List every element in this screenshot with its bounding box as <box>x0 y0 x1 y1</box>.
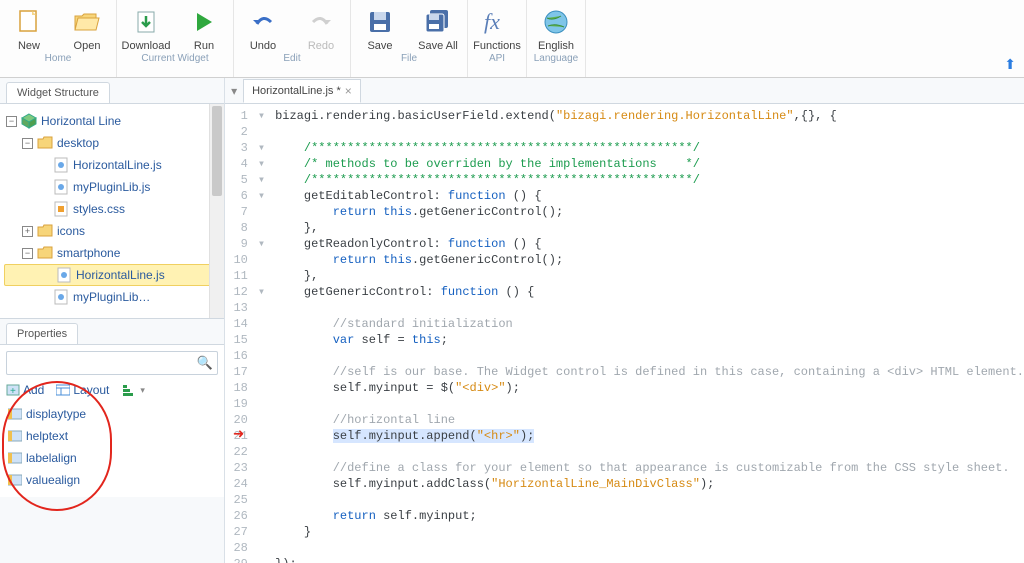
tree-item[interactable]: styles.css <box>4 198 220 220</box>
sort-button[interactable]: ▾ <box>121 383 145 397</box>
saveall-icon <box>423 6 453 38</box>
editor-tab[interactable]: HorizontalLine.js * × <box>243 79 361 103</box>
ribbon-group-file: Save Save All File <box>351 0 468 77</box>
ribbon-group-label: Current Widget <box>141 52 208 66</box>
ribbon-group-label: API <box>489 52 505 66</box>
property-icon <box>8 474 22 486</box>
ribbon-group-label: File <box>401 52 417 66</box>
editor-tab-label: HorizontalLine.js * <box>252 85 341 97</box>
js-icon <box>56 267 72 283</box>
ribbon-group-current-widget: Download Run Current Widget <box>117 0 234 77</box>
new-file-icon <box>16 6 42 38</box>
js-icon <box>53 179 69 195</box>
new-button[interactable]: New <box>0 2 58 52</box>
ribbon-group-label: Language <box>534 52 579 66</box>
tree-item[interactable]: myPluginLib… <box>4 286 220 308</box>
ribbon-group-home: New Open Home <box>0 0 117 77</box>
ribbon-group-language: English Language <box>527 0 586 77</box>
ribbon-group-edit: Undo Redo Edit <box>234 0 351 77</box>
functions-icon: fx <box>482 6 512 38</box>
editor-panel-toggle[interactable]: ▾ <box>225 84 243 98</box>
open-folder-icon <box>72 6 102 38</box>
saveall-button[interactable]: Save All <box>409 2 467 52</box>
property-item[interactable]: labelalign <box>8 447 218 469</box>
folder-icon <box>37 223 53 239</box>
undo-icon <box>249 6 277 38</box>
tree-item[interactable]: HorizontalLine.js <box>4 154 220 176</box>
ribbon-group-label: Edit <box>283 52 300 66</box>
svg-text:fx: fx <box>484 9 500 34</box>
save-icon <box>367 6 393 38</box>
properties-panel: 🔍 + Add Layout ▾ display <box>0 344 224 497</box>
layout-button[interactable]: Layout <box>56 383 109 397</box>
tree-item[interactable]: HorizontalLine.js <box>4 264 220 286</box>
tree-toggle[interactable]: − <box>22 138 33 149</box>
property-icon <box>8 408 22 420</box>
property-icon <box>8 430 22 442</box>
run-icon <box>192 6 216 38</box>
widget-structure-panel: −Horizontal Line−desktopHorizontalLine.j… <box>0 103 224 318</box>
tree-toggle[interactable]: + <box>22 226 33 237</box>
svg-text:+: + <box>10 386 16 397</box>
download-icon <box>132 6 160 38</box>
cube-icon <box>21 113 37 129</box>
open-button[interactable]: Open <box>58 2 116 52</box>
tree-toggle[interactable]: − <box>22 248 33 259</box>
ribbon-group-api: fx Functions API <box>468 0 527 77</box>
js-icon <box>53 157 69 173</box>
add-icon: + <box>6 383 20 397</box>
ribbon-group-label: Home <box>45 52 72 66</box>
sort-icon <box>121 383 137 397</box>
search-input[interactable] <box>11 355 197 371</box>
editor-area: ▾ HorizontalLine.js * × 1 ▾2 3 ▾4 ▾5 ▾6 … <box>225 78 1024 563</box>
left-sidebar: Widget Structure −Horizontal Line−deskto… <box>0 78 225 563</box>
ribbon-toolbar: New Open Home Download Run Current Widge… <box>0 0 1024 78</box>
css-icon <box>53 201 69 217</box>
tree-item[interactable]: −smartphone <box>4 242 220 264</box>
download-button[interactable]: Download <box>117 2 175 52</box>
folder-icon <box>37 135 53 151</box>
undo-button[interactable]: Undo <box>234 2 292 52</box>
tree-item[interactable]: +icons <box>4 220 220 242</box>
language-button[interactable]: English <box>527 2 585 52</box>
tree-item[interactable]: −Horizontal Line <box>4 110 220 132</box>
close-tab-icon[interactable]: × <box>345 84 352 98</box>
property-icon <box>8 452 22 464</box>
js-icon <box>53 289 69 305</box>
globe-icon <box>543 6 569 38</box>
property-item[interactable]: valuealign <box>8 469 218 491</box>
properties-search[interactable]: 🔍 <box>6 351 218 375</box>
property-item[interactable]: helptext <box>8 425 218 447</box>
functions-button[interactable]: fx Functions <box>468 2 526 52</box>
save-button[interactable]: Save <box>351 2 409 52</box>
redo-button[interactable]: Redo <box>292 2 350 52</box>
search-icon: 🔍 <box>197 355 213 371</box>
add-property-button[interactable]: + Add <box>6 383 44 397</box>
redo-icon <box>307 6 335 38</box>
folder-icon <box>37 245 53 261</box>
scrollbar[interactable] <box>209 104 224 318</box>
property-item[interactable]: displaytype <box>8 403 218 425</box>
run-button[interactable]: Run <box>175 2 233 52</box>
properties-tab[interactable]: Properties <box>6 323 78 344</box>
tree-toggle[interactable]: − <box>6 116 17 127</box>
code-editor[interactable]: 1 ▾2 3 ▾4 ▾5 ▾6 ▾7 8 9 ▾10 11 12 ▾13 14 … <box>225 104 1024 563</box>
widget-structure-tab[interactable]: Widget Structure <box>6 82 110 103</box>
annotation-arrow: ➜ <box>233 428 244 444</box>
tree-item[interactable]: myPluginLib.js <box>4 176 220 198</box>
layout-icon <box>56 384 70 396</box>
tree-item[interactable]: −desktop <box>4 132 220 154</box>
help-arrow-icon[interactable]: ⬆ <box>1004 56 1016 73</box>
